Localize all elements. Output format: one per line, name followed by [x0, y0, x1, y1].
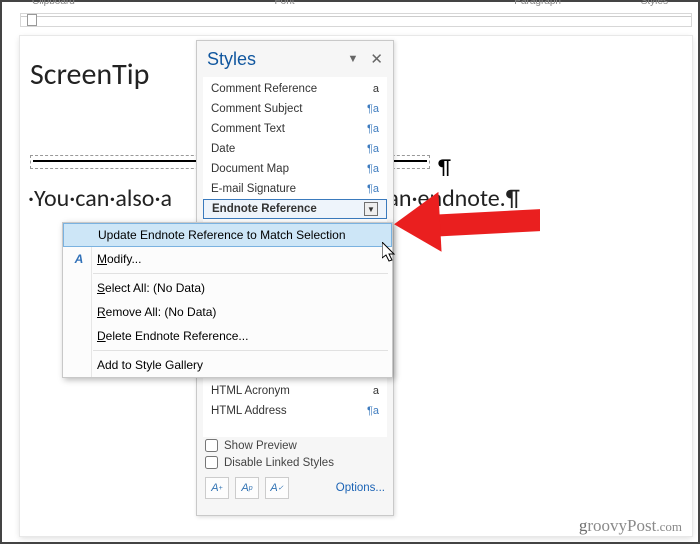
ctx-modify[interactable]: A Modify... [63, 247, 392, 271]
styles-pane-title: Styles [207, 49, 256, 70]
show-preview-row[interactable]: Show Preview [197, 437, 393, 454]
style-item[interactable]: HTML Address¶a [203, 401, 387, 421]
paragraph-mark: ¶ [438, 153, 451, 180]
ctx-select-all[interactable]: Select All: (No Data) [63, 276, 392, 300]
style-item-selected[interactable]: Endnote Reference ▼ [203, 199, 387, 219]
pane-move-icon[interactable]: ▼ [348, 53, 359, 65]
options-link[interactable]: Options... [336, 482, 385, 494]
show-preview-checkbox[interactable] [205, 439, 218, 452]
style-marker-icon: ¶a [367, 103, 379, 115]
disable-linked-checkbox[interactable] [205, 456, 218, 469]
tab-stop-marker[interactable] [27, 14, 37, 26]
ctx-add-gallery[interactable]: Add to Style Gallery [63, 353, 392, 377]
close-icon[interactable]: ✕ [370, 50, 383, 68]
style-context-menu: Update Endnote Reference to Match Select… [62, 222, 393, 378]
style-item[interactable]: Comment Subject¶a [203, 99, 387, 119]
style-item[interactable]: Comment Text¶a [203, 119, 387, 139]
style-item[interactable]: HTML Acronyma [203, 381, 387, 401]
ctx-delete[interactable]: Delete Endnote Reference... [63, 324, 392, 348]
ctx-remove-all[interactable]: Remove All: (No Data) [63, 300, 392, 324]
horizontal-ruler[interactable] [20, 13, 692, 27]
new-style-button[interactable]: A+ [205, 477, 229, 499]
mouse-cursor-icon [382, 242, 400, 264]
style-item[interactable]: Date¶a [203, 139, 387, 159]
annotation-arrow [400, 197, 540, 247]
style-marker-icon: a [373, 385, 379, 397]
style-item[interactable]: E-mail Signature¶a [203, 179, 387, 199]
style-item[interactable]: Document Map¶a [203, 159, 387, 179]
style-marker-icon: ¶a [367, 405, 379, 417]
modify-icon: A [71, 251, 87, 267]
watermark-text: roovyPost [587, 516, 656, 535]
style-marker-icon: ¶a [367, 123, 379, 135]
ribbon-group-labels: Clipboard Font Paragraph Styles [2, 0, 698, 14]
styles-pane-footer: A+ Ap A✓ Options... [197, 471, 393, 499]
manage-styles-button[interactable]: A✓ [265, 477, 289, 499]
watermark: groovyPost.com [579, 516, 682, 536]
style-item[interactable]: Comment Referencea [203, 79, 387, 99]
style-inspector-button[interactable]: Ap [235, 477, 259, 499]
style-marker-icon: ¶a [367, 183, 379, 195]
disable-linked-row[interactable]: Disable Linked Styles [197, 454, 393, 471]
style-marker-icon: ¶a [367, 163, 379, 175]
style-marker-icon: ¶a [367, 143, 379, 155]
ctx-update-to-match[interactable]: Update Endnote Reference to Match Select… [63, 223, 392, 247]
disable-linked-label: Disable Linked Styles [224, 457, 334, 469]
show-preview-label: Show Preview [224, 440, 297, 452]
style-dropdown-icon[interactable]: ▼ [364, 202, 378, 216]
style-marker-icon: a [373, 83, 379, 95]
styles-pane-header[interactable]: Styles ▼ ✕ [197, 41, 393, 77]
